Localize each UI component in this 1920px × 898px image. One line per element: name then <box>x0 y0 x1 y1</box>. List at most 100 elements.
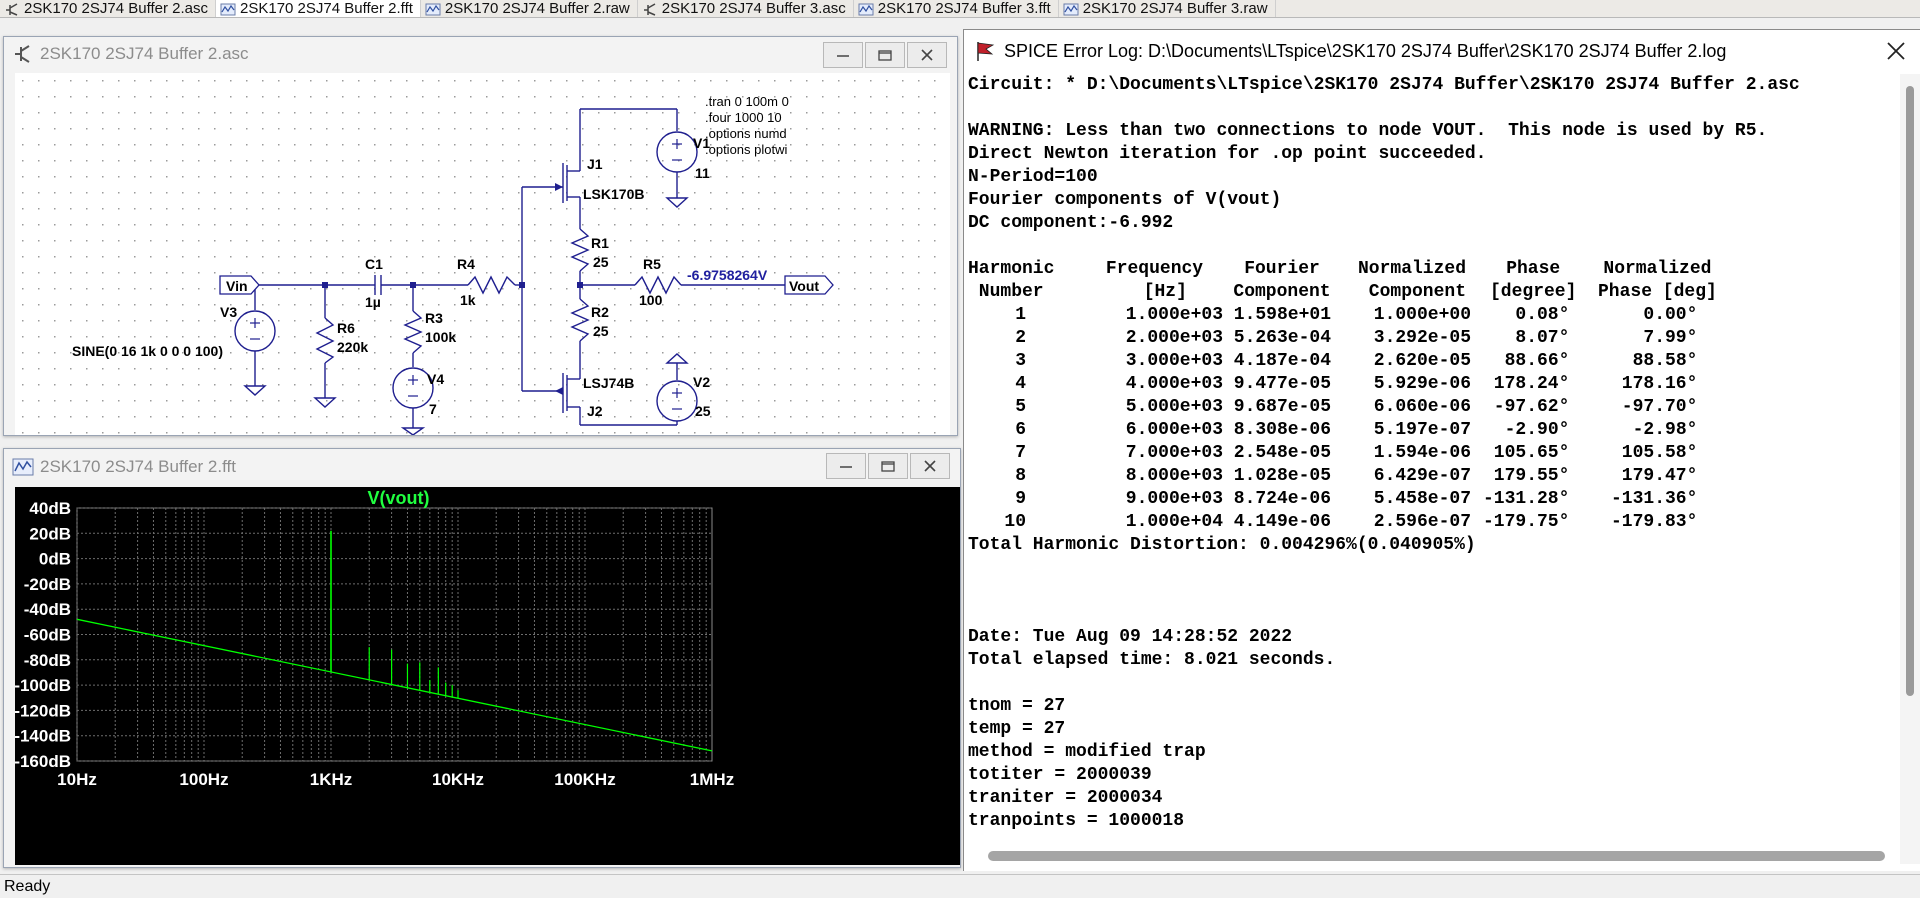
status-bar: Ready <box>0 874 1920 897</box>
tab-1[interactable]: 2SK170 2SJ74 Buffer 2.asc <box>0 0 217 17</box>
tab-2[interactable]: 2SK170 2SJ74 Buffer 2.fft <box>216 0 421 17</box>
y-tick-label: 20dB <box>29 524 71 543</box>
x-tick-label: 1MHz <box>690 770 734 789</box>
label-r6[interactable]: R6 <box>337 320 355 336</box>
noise-floor-trace <box>76 618 713 752</box>
table-cell: 8.308e-06 <box>1233 420 1331 440</box>
spice-error-log-window[interactable]: SPICE Error Log: D:\Documents\LTspice\2S… <box>963 29 1920 871</box>
label-r2-value[interactable]: 25 <box>593 323 609 339</box>
tab-5[interactable]: 2SK170 2SJ74 Buffer 3.fft <box>854 0 1059 17</box>
y-tick-label: 40dB <box>29 499 71 518</box>
table-header-cell: Component <box>1233 282 1331 302</box>
label-r6-value[interactable]: 220k <box>337 339 368 355</box>
spice-directive[interactable]: .four 1000 10 <box>705 110 782 125</box>
vertical-scrollbar-thumb[interactable] <box>1906 86 1914 696</box>
label-r1-value[interactable]: 25 <box>593 254 609 270</box>
label-v2[interactable]: V2 <box>693 374 710 390</box>
label-r2[interactable]: R2 <box>591 304 609 320</box>
table-cell: 2.596e-07 <box>1373 512 1471 532</box>
y-tick-label: -40dB <box>24 600 71 619</box>
table-header-cell: Harmonic <box>968 259 1055 279</box>
table-cell: 1.000e+00 <box>1373 305 1471 325</box>
minimize-button[interactable] <box>826 453 866 479</box>
log-line: temp = 27 <box>968 719 1066 739</box>
table-cell: 6.000e+03 <box>1125 420 1223 440</box>
label-r4[interactable]: R4 <box>457 256 475 272</box>
schematic-drawing[interactable]: Vin Vout C1 1µ R4 1k R5 100 R6 220k R3 1… <box>15 73 950 435</box>
table-cell: 5.000e+03 <box>1125 397 1223 417</box>
table-cell: 1.598e+01 <box>1233 305 1331 325</box>
schematic-window-titlebar[interactable]: 2SK170 2SJ74 Buffer 2.asc <box>4 37 957 71</box>
fft-plot-area[interactable]: 40dB 20dB 0dB -20dB -40dB -60dB -80dB -100dB -12… <box>14 487 960 865</box>
label-v4[interactable]: V4 <box>427 371 444 387</box>
table-cell: 6 <box>1015 420 1026 440</box>
label-j2[interactable]: J2 <box>587 403 603 419</box>
table-cell: 105.58° <box>1621 443 1698 463</box>
log-window-titlebar[interactable]: SPICE Error Log: D:\Documents\LTspice\2S… <box>964 30 1920 72</box>
label-r4-value[interactable]: 1k <box>460 292 476 308</box>
log-text-area[interactable]: Circuit: * D:\Documents\LTspice\2SK170 2… <box>968 74 1896 864</box>
status-text: Ready <box>4 878 51 895</box>
y-tick-label: -100dB <box>15 676 71 695</box>
label-v3[interactable]: V3 <box>220 304 237 320</box>
spice-directive[interactable]: .options numd <box>705 126 787 141</box>
spice-directive[interactable]: .tran 0 100m 0 <box>705 94 789 109</box>
tab-3[interactable]: 2SK170 2SJ74 Buffer 2.raw <box>421 0 638 17</box>
fourier-table: Harmonic Frequency Fourier Normalized Phase N… <box>968 258 1731 534</box>
net-label-vout[interactable]: Vout <box>789 278 819 294</box>
label-r3[interactable]: R3 <box>425 310 443 326</box>
label-v3-value[interactable]: SINE(0 16 1k 0 0 0 100) <box>72 343 223 359</box>
schematic-icon <box>643 2 656 16</box>
table-row: 5 5.000e+03 9.687e-05 6.060e-06 -97.62° -97.7… <box>968 396 1731 419</box>
schematic-canvas[interactable]: Vin Vout C1 1µ R4 1k R5 100 R6 220k R3 1… <box>15 73 950 435</box>
restore-button[interactable] <box>868 453 908 479</box>
schematic-window-title: 2SK170 2SJ74 Buffer 2.asc <box>40 44 249 63</box>
restore-button[interactable] <box>865 42 905 68</box>
close-button[interactable] <box>907 42 947 68</box>
label-j2-model[interactable]: LSJ74B <box>583 375 634 391</box>
table-cell: 0.08° <box>1515 305 1570 325</box>
close-icon[interactable] <box>1884 39 1908 63</box>
table-cell: 6.060e-06 <box>1373 397 1471 417</box>
horizontal-scrollbar-thumb[interactable] <box>988 851 1885 861</box>
node-voltage-readout: -6.9758264V <box>687 267 768 283</box>
table-row: 3 3.000e+03 4.187e-04 2.620e-05 88.66° 88.58° <box>968 350 1731 373</box>
label-r3-value[interactable]: 100k <box>425 329 456 345</box>
label-c1[interactable]: C1 <box>365 256 383 272</box>
label-j1[interactable]: J1 <box>587 156 603 172</box>
log-line: tnom = 27 <box>968 696 1066 716</box>
label-r5[interactable]: R5 <box>643 256 661 272</box>
minimize-button[interactable] <box>823 42 863 68</box>
table-cell: 9 <box>1015 489 1026 509</box>
label-r1[interactable]: R1 <box>591 235 609 251</box>
table-cell: 9.477e-05 <box>1233 374 1331 394</box>
table-cell: 1.594e-06 <box>1373 443 1471 463</box>
log-line: Total elapsed time: 8.021 seconds. <box>968 650 1336 670</box>
log-line: Fourier components of V(vout) <box>968 190 1282 210</box>
tab-4[interactable]: 2SK170 2SJ74 Buffer 3.asc <box>638 0 854 17</box>
label-v4-value[interactable]: 7 <box>429 401 437 417</box>
label-v1-value[interactable]: 11 <box>695 165 710 181</box>
fft-window[interactable]: 2SK170 2SJ74 Buffer 2.fft 40dB 20dB 0dB -20… <box>3 448 961 868</box>
log-line: Circuit: * D:\Documents\LTspice\2SK170 2… <box>968 75 1800 95</box>
table-cell: 10 <box>1004 512 1026 532</box>
net-label-vin[interactable]: Vin <box>226 278 248 294</box>
schematic-window[interactable]: 2SK170 2SJ74 Buffer 2.asc Vin Vout C1 1µ… <box>3 36 958 436</box>
log-window-title: SPICE Error Log: D:\Documents\LTspice\2S… <box>1004 40 1727 61</box>
log-line: totiter = 2000039 <box>968 765 1152 785</box>
tab-label: 2SK170 2SJ74 Buffer 3.raw <box>1082 0 1268 17</box>
tab-6[interactable]: 2SK170 2SJ74 Buffer 3.raw <box>1059 0 1276 17</box>
schematic-icon <box>6 2 18 16</box>
x-tick-label: 100KHz <box>554 770 615 789</box>
fft-window-titlebar[interactable]: 2SK170 2SJ74 Buffer 2.fft <box>4 449 960 485</box>
label-r5-value[interactable]: 100 <box>639 292 663 308</box>
spice-directive[interactable]: .options plotwi <box>705 142 787 157</box>
label-c1-value[interactable]: 1µ <box>365 294 381 310</box>
close-button[interactable] <box>910 453 950 479</box>
label-v2-value[interactable]: 25 <box>695 403 711 419</box>
label-j1-model[interactable]: LSK170B <box>583 186 644 202</box>
trace-name-vout[interactable]: V(vout) <box>368 488 430 508</box>
fft-chart[interactable]: 40dB 20dB 0dB -20dB -40dB -60dB -80dB -100dB -12… <box>14 487 960 865</box>
table-header-cell: Normalized <box>1603 259 1712 279</box>
table-cell: -179.75° <box>1483 512 1570 532</box>
